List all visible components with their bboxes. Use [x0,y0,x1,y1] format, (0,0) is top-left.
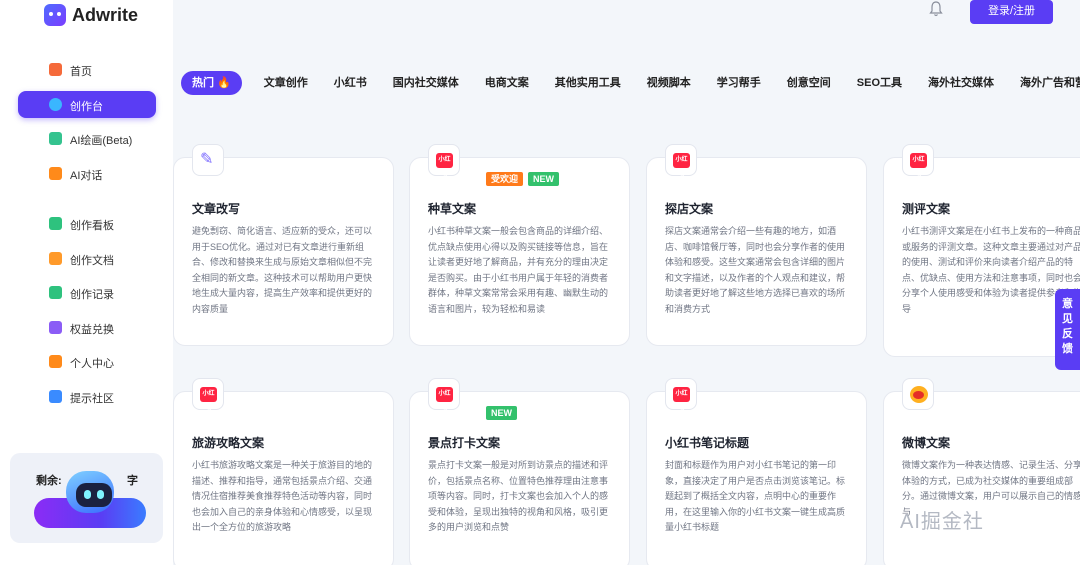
logo-icon [44,4,66,26]
xiaohongshu-icon: 小红书 [902,144,934,178]
tab-0[interactable]: 热门 🔥 [181,71,242,95]
new-badge: NEW [528,172,560,186]
record-icon [49,286,62,299]
community-icon [49,389,62,403]
promo-remaining-label: 剩余: [36,475,62,487]
xiaohongshu-icon: 小红书 [428,144,460,178]
category-tabs: 热门 🔥 文章创作 小红书 国内社交媒体 电商文案 其他实用工具 视频脚本 学习帮手 创意空间 S… [178,68,1080,98]
tool-card[interactable]: 小红书受欢迎 NEW 种草文案小红书种草文案一般会包含商品的详细介绍、优点缺点使用心… [409,144,630,346]
sidebar: Adwrite 首页创作台 AI绘画(Beta) AI对话创作看板创作文档创作记录权… [0,0,173,565]
card-title: 旅游攻略文案 [192,436,265,450]
card-description: 景点打卡文案一般是对所到访景点的描述和评价，包括景点名称、位置特色推荐理由注意事… [428,460,609,532]
tool-card[interactable]: 小红书小红书笔记标题封面和标题作为用户对小红书笔记的第一印象，直接决定了用户是否… [646,378,867,565]
tab-8[interactable]: 创意空间 [787,71,831,95]
sidebar-item-2[interactable]: AI绘画(Beta) [18,125,156,152]
card-description: 避免剽窃、简化语言、适应新的受众，还可以用于SEO优化。通过对已有文章进行重新组… [192,226,373,314]
card-description: 封面和标题作为用户对小红书笔记的第一印象，直接决定了用户是否点击浏览该笔记。标题… [665,460,846,532]
sidebar-item-label: 权益兑换 [70,323,114,336]
card-description: 探店文案通常会介绍一些有趣的地方，如酒店、咖啡馆餐厅等，同时也会分享作者的使用体… [665,226,846,314]
feedback-button[interactable]: 意见反馈 [1055,289,1080,370]
xiaohongshu-icon: 小红书 [192,378,224,412]
card-title: 探店文案 [665,202,714,216]
sidebar-item-0[interactable]: 首页 [18,56,156,83]
tab-11[interactable]: 海外广告和营销工具 [1020,71,1080,95]
tab-5[interactable]: 其他实用工具 [555,71,621,95]
feedback-label: 意见反馈 [1062,298,1073,355]
tool-card[interactable]: 小红书旅游攻略文案小红书旅游攻略文案是一种关于旅游目的地的描述、推荐和指导，通常… [173,378,394,565]
popular-badge: 受欢迎 [486,172,524,186]
tool-card[interactable]: 小红书测评文案小红书测评文案是在小红书上发布的一种商品或服务的评测文章。这种文章… [883,144,1080,357]
dashboard-icon [49,217,62,230]
new-badge: NEW [486,406,517,420]
notification-bell-icon[interactable] [929,1,943,17]
weibo-icon [902,378,934,410]
card-title: 景点打卡文案 [428,436,501,450]
login-register-button[interactable]: 登录/注册 [970,0,1053,24]
tool-card[interactable]: 小红书探店文案探店文案通常会介绍一些有趣的地方，如酒店、咖啡馆餐厅等，同时也会分… [646,144,867,346]
sidebar-item-6[interactable]: 创作记录 [18,279,156,306]
sidebar-item-label: AI绘画(Beta) [70,135,133,147]
robot-mascot-icon [62,467,118,519]
tab-2[interactable]: 小红书 [334,71,367,95]
tab-1[interactable]: 文章创作 [264,71,308,95]
sidebar-item-7[interactable]: 权益兑换 [18,314,156,341]
tool-card[interactable]: 小红书 NEW 景点打卡文案景点打卡文案一般是对所到访景点的描述和评价，包括景点名称… [409,378,630,565]
sidebar-item-label: 个人中心 [70,358,114,370]
tool-card[interactable]: ✎ 文章改写避免剽窃、简化语言、适应新的受众，还可以用于SEO优化。通过对已有文章… [173,144,394,346]
sidebar-item-label: 创作看板 [70,220,114,232]
sidebar-item-label: AI对话 [70,169,103,182]
xiaohongshu-icon: 小红书 [428,378,460,412]
sidebar-item-4[interactable]: 创作看板 [18,210,156,237]
card-description: 小红书旅游攻略文案是一种关于旅游目的地的描述、推荐和指导，通常包括景点介绍、交通… [192,460,373,532]
pen-icon: ✎ [192,144,224,176]
sidebar-item-9[interactable]: 提示社区 [18,383,156,410]
sidebar-item-3[interactable]: AI对话 [18,160,156,187]
card-title: 小红书笔记标题 [665,436,750,450]
sidebar-item-8[interactable]: 个人中心 [18,348,156,375]
tab-6[interactable]: 视频脚本 [647,71,691,95]
sidebar-item-label: 创作文档 [70,254,114,267]
sidebar-item-label: 提示社区 [70,392,114,405]
document-icon [49,251,62,265]
sidebar-item-label: 创作台 [70,100,103,113]
home-icon [49,63,62,76]
xiaohongshu-icon: 小红书 [665,144,697,178]
promo-card[interactable]: 剩余: 字 [10,453,163,543]
sidebar-nav: 首页创作台 AI绘画(Beta) AI对话创作看板创作文档创作记录权益兑换个人中心提… [18,56,156,417]
card-title: 微博文案 [902,436,951,450]
sidebar-item-5[interactable]: 创作文档 [18,245,156,272]
sidebar-item-label: 首页 [70,66,92,78]
app-logo[interactable]: Adwrite [44,2,138,28]
card-title: 文章改写 [192,202,241,216]
user-icon [49,355,62,368]
tab-4[interactable]: 电商文案 [485,71,529,95]
sidebar-item-label: 创作记录 [70,289,114,301]
promo-unit-label: 字 [127,475,138,487]
ai-chat-icon [49,166,62,180]
app-name: Adwrite [72,4,139,25]
tab-7[interactable]: 学习帮手 [717,71,761,95]
card-description: 小红书种草文案一般会包含商品的详细介绍、优点缺点使用心得以及购买链接等信息，旨在… [428,226,609,314]
xiaohongshu-icon: 小红书 [665,378,697,412]
tab-10[interactable]: 海外社交媒体 [928,71,994,95]
create-icon [49,97,62,111]
sidebar-item-1[interactable]: 创作台 [18,90,156,118]
watermark: AI掘金社 [900,511,984,533]
painting-icon [49,132,62,145]
tab-3[interactable]: 国内社交媒体 [393,71,459,95]
tool-card[interactable]: 微博文案 微博文案作为一种表达情感、记录生活、分享体验的方式，已成为社交媒体的重要… [883,378,1080,565]
card-title: 测评文案 [902,202,951,216]
card-description: 小红书测评文案是在小红书上发布的一种商品或服务的评测文章。这种文章主要通过对产品… [902,226,1080,314]
exchange-icon [49,320,62,334]
card-title: 种草文案 [428,202,477,216]
tab-9[interactable]: SEO工具 [857,71,902,95]
